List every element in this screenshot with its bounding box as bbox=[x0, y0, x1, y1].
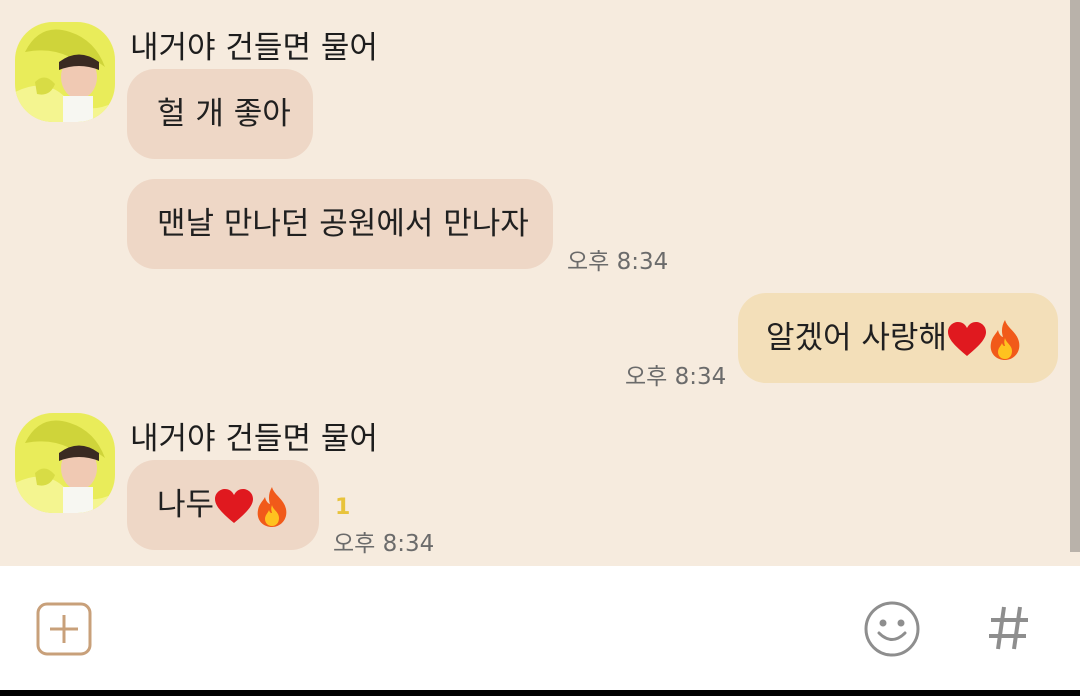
avatar-image bbox=[15, 22, 115, 122]
incoming-message-bubble[interactable]: 나두 bbox=[127, 460, 319, 550]
message-time: 오후 8:34 bbox=[567, 249, 669, 275]
sender-name: 내거야 건들면 물어 bbox=[130, 421, 378, 457]
chat-screen: 내거야 건들면 물어 헐 개 좋아 맨날 만나던 공원에서 만나자 오후 8:3… bbox=[0, 0, 1080, 696]
message-time: 오후 8:34 bbox=[333, 531, 435, 557]
scrollbar[interactable] bbox=[1070, 0, 1080, 552]
bottom-edge bbox=[0, 690, 1080, 696]
message-text: 맨날 만나던 공원에서 만나자 bbox=[157, 206, 529, 242]
incoming-message-bubble[interactable]: 맨날 만나던 공원에서 만나자 bbox=[127, 179, 553, 269]
red-heart-icon bbox=[947, 321, 986, 356]
message-text: 알겠어 사랑해 bbox=[766, 320, 947, 356]
sender-name: 내거야 건들면 물어 bbox=[130, 30, 378, 66]
fire-icon bbox=[990, 319, 1020, 360]
hashtag-button[interactable] bbox=[987, 604, 1031, 656]
emoji-icon bbox=[864, 601, 920, 657]
attach-button[interactable] bbox=[36, 602, 92, 660]
incoming-message-bubble[interactable]: 헐 개 좋아 bbox=[127, 69, 313, 159]
message-text: 나두 bbox=[157, 487, 215, 523]
message-text: 헐 개 좋아 bbox=[157, 96, 291, 132]
outgoing-message-bubble[interactable]: 알겠어 사랑해 bbox=[738, 293, 1058, 383]
sender-avatar[interactable] bbox=[15, 22, 115, 122]
message-time: 오후 8:34 bbox=[625, 364, 727, 390]
unread-count: 1 bbox=[335, 495, 351, 520]
message-input-bar bbox=[0, 566, 1080, 690]
avatar-image bbox=[15, 413, 115, 513]
red-heart-icon bbox=[215, 488, 254, 523]
message-list[interactable]: 내거야 건들면 물어 헐 개 좋아 맨날 만나던 공원에서 만나자 오후 8:3… bbox=[0, 0, 1080, 566]
sender-avatar[interactable] bbox=[15, 413, 115, 513]
emoji-button[interactable] bbox=[863, 600, 921, 662]
plus-icon bbox=[36, 602, 92, 656]
hashtag-icon bbox=[989, 606, 1028, 650]
fire-icon bbox=[257, 486, 287, 527]
